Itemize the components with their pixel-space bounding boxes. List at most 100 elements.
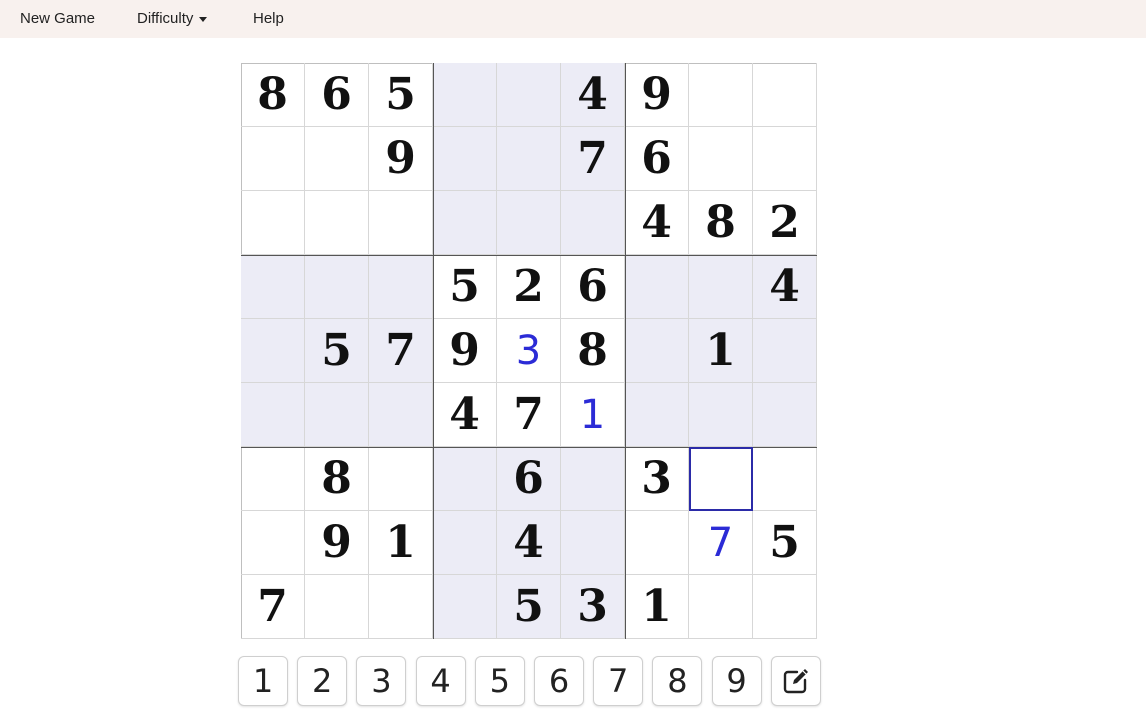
cell-r1-c1[interactable]: 8 bbox=[241, 63, 305, 127]
cell-r2-c9[interactable] bbox=[753, 127, 817, 191]
cell-r7-c5[interactable]: 6 bbox=[497, 447, 561, 511]
cell-r7-c7[interactable]: 3 bbox=[625, 447, 689, 511]
cell-r8-c4[interactable] bbox=[433, 511, 497, 575]
cell-r5-c2[interactable]: 5 bbox=[305, 319, 369, 383]
cell-r9-c9[interactable] bbox=[753, 575, 817, 639]
number-button-6[interactable]: 6 bbox=[534, 656, 584, 706]
number-button-5[interactable]: 5 bbox=[474, 656, 525, 706]
cell-r3-c7[interactable]: 4 bbox=[625, 191, 689, 255]
new-game-menu[interactable]: New Game bbox=[20, 10, 95, 27]
number-button-1[interactable]: 1 bbox=[238, 656, 288, 706]
difficulty-label: Difficulty bbox=[137, 10, 194, 27]
cell-r8-c5[interactable]: 4 bbox=[497, 511, 561, 575]
cell-r4-c3[interactable] bbox=[369, 255, 433, 319]
cell-r3-c8[interactable]: 8 bbox=[689, 191, 753, 255]
cell-r9-c4[interactable] bbox=[433, 575, 497, 639]
number-button-7[interactable]: 7 bbox=[593, 656, 644, 706]
cell-r5-c5[interactable]: 3 bbox=[497, 319, 561, 383]
number-button-4[interactable]: 4 bbox=[415, 656, 466, 706]
cell-r9-c8[interactable] bbox=[689, 575, 753, 639]
cell-r5-c4[interactable]: 9 bbox=[433, 319, 497, 383]
cell-r8-c2[interactable]: 9 bbox=[305, 511, 369, 575]
cell-r4-c8[interactable] bbox=[689, 255, 753, 319]
number-button-8[interactable]: 8 bbox=[652, 656, 703, 706]
cell-r6-c2[interactable] bbox=[305, 383, 369, 447]
cell-r7-c1[interactable] bbox=[241, 447, 305, 511]
cell-r8-c6[interactable] bbox=[561, 511, 625, 575]
cell-r2-c8[interactable] bbox=[689, 127, 753, 191]
sudoku-board: 865499764825264579381471863914757531 bbox=[241, 63, 817, 639]
cell-r3-c9[interactable]: 2 bbox=[753, 191, 817, 255]
cell-r9-c5[interactable]: 5 bbox=[497, 575, 561, 639]
cell-r8-c8[interactable]: 7 bbox=[689, 511, 753, 575]
cell-r1-c4[interactable] bbox=[433, 63, 497, 127]
cell-r9-c3[interactable] bbox=[369, 575, 433, 639]
help-menu[interactable]: Help bbox=[253, 10, 284, 27]
cell-r1-c3[interactable]: 5 bbox=[369, 63, 433, 127]
cell-r1-c7[interactable]: 9 bbox=[625, 63, 689, 127]
cell-r5-c7[interactable] bbox=[625, 319, 689, 383]
cell-r9-c1[interactable]: 7 bbox=[241, 575, 305, 639]
cell-r5-c9[interactable] bbox=[753, 319, 817, 383]
cell-r7-c6[interactable] bbox=[561, 447, 625, 511]
cell-r2-c6[interactable]: 7 bbox=[561, 127, 625, 191]
cell-r3-c4[interactable] bbox=[433, 191, 497, 255]
cell-r2-c5[interactable] bbox=[497, 127, 561, 191]
cell-r6-c1[interactable] bbox=[241, 383, 305, 447]
cell-r4-c1[interactable] bbox=[241, 255, 305, 319]
cell-r6-c6[interactable]: 1 bbox=[561, 383, 625, 447]
cell-r8-c1[interactable] bbox=[241, 511, 305, 575]
top-navbar: New Game Difficulty Help bbox=[0, 0, 1146, 38]
cell-r4-c4[interactable]: 5 bbox=[433, 255, 497, 319]
cell-r5-c6[interactable]: 8 bbox=[561, 319, 625, 383]
cell-r6-c3[interactable] bbox=[369, 383, 433, 447]
cell-r3-c2[interactable] bbox=[305, 191, 369, 255]
cell-r3-c3[interactable] bbox=[369, 191, 433, 255]
cell-r2-c2[interactable] bbox=[305, 127, 369, 191]
cell-r6-c8[interactable] bbox=[689, 383, 753, 447]
cell-r2-c7[interactable]: 6 bbox=[625, 127, 689, 191]
notes-mode-button[interactable] bbox=[770, 656, 821, 706]
cell-r6-c9[interactable] bbox=[753, 383, 817, 447]
cell-r7-c3[interactable] bbox=[369, 447, 433, 511]
cell-r2-c1[interactable] bbox=[241, 127, 305, 191]
cell-r2-c3[interactable]: 9 bbox=[369, 127, 433, 191]
cell-r5-c1[interactable] bbox=[241, 319, 305, 383]
cell-r5-c3[interactable]: 7 bbox=[369, 319, 433, 383]
cell-r3-c1[interactable] bbox=[241, 191, 305, 255]
cell-r7-c2[interactable]: 8 bbox=[305, 447, 369, 511]
cell-r4-c7[interactable] bbox=[625, 255, 689, 319]
cell-r9-c6[interactable]: 3 bbox=[561, 575, 625, 639]
cell-r2-c4[interactable] bbox=[433, 127, 497, 191]
caret-down-icon bbox=[199, 16, 208, 22]
number-button-3[interactable]: 3 bbox=[356, 656, 407, 706]
number-pad: 123456789 bbox=[238, 656, 822, 708]
cell-r3-c6[interactable] bbox=[561, 191, 625, 255]
cell-r8-c3[interactable]: 1 bbox=[369, 511, 433, 575]
cell-r9-c7[interactable]: 1 bbox=[625, 575, 689, 639]
cell-r1-c8[interactable] bbox=[689, 63, 753, 127]
cell-r7-c4[interactable] bbox=[433, 447, 497, 511]
pencil-edit-icon bbox=[783, 669, 808, 694]
cell-r1-c2[interactable]: 6 bbox=[305, 63, 369, 127]
cell-r8-c9[interactable]: 5 bbox=[753, 511, 817, 575]
number-button-2[interactable]: 2 bbox=[297, 656, 348, 706]
cell-r6-c5[interactable]: 7 bbox=[497, 383, 561, 447]
cell-r4-c9[interactable]: 4 bbox=[753, 255, 817, 319]
cell-r1-c5[interactable] bbox=[497, 63, 561, 127]
cell-r7-c8[interactable] bbox=[689, 447, 753, 511]
cell-r4-c5[interactable]: 2 bbox=[497, 255, 561, 319]
cell-r1-c6[interactable]: 4 bbox=[561, 63, 625, 127]
cell-r6-c4[interactable]: 4 bbox=[433, 383, 497, 447]
cell-r4-c2[interactable] bbox=[305, 255, 369, 319]
cell-r1-c9[interactable] bbox=[753, 63, 817, 127]
cell-r4-c6[interactable]: 6 bbox=[561, 255, 625, 319]
cell-r9-c2[interactable] bbox=[305, 575, 369, 639]
cell-r5-c8[interactable]: 1 bbox=[689, 319, 753, 383]
difficulty-menu[interactable]: Difficulty bbox=[137, 10, 208, 27]
cell-r3-c5[interactable] bbox=[497, 191, 561, 255]
cell-r6-c7[interactable] bbox=[625, 383, 689, 447]
cell-r8-c7[interactable] bbox=[625, 511, 689, 575]
cell-r7-c9[interactable] bbox=[753, 447, 817, 511]
number-button-9[interactable]: 9 bbox=[711, 656, 762, 706]
